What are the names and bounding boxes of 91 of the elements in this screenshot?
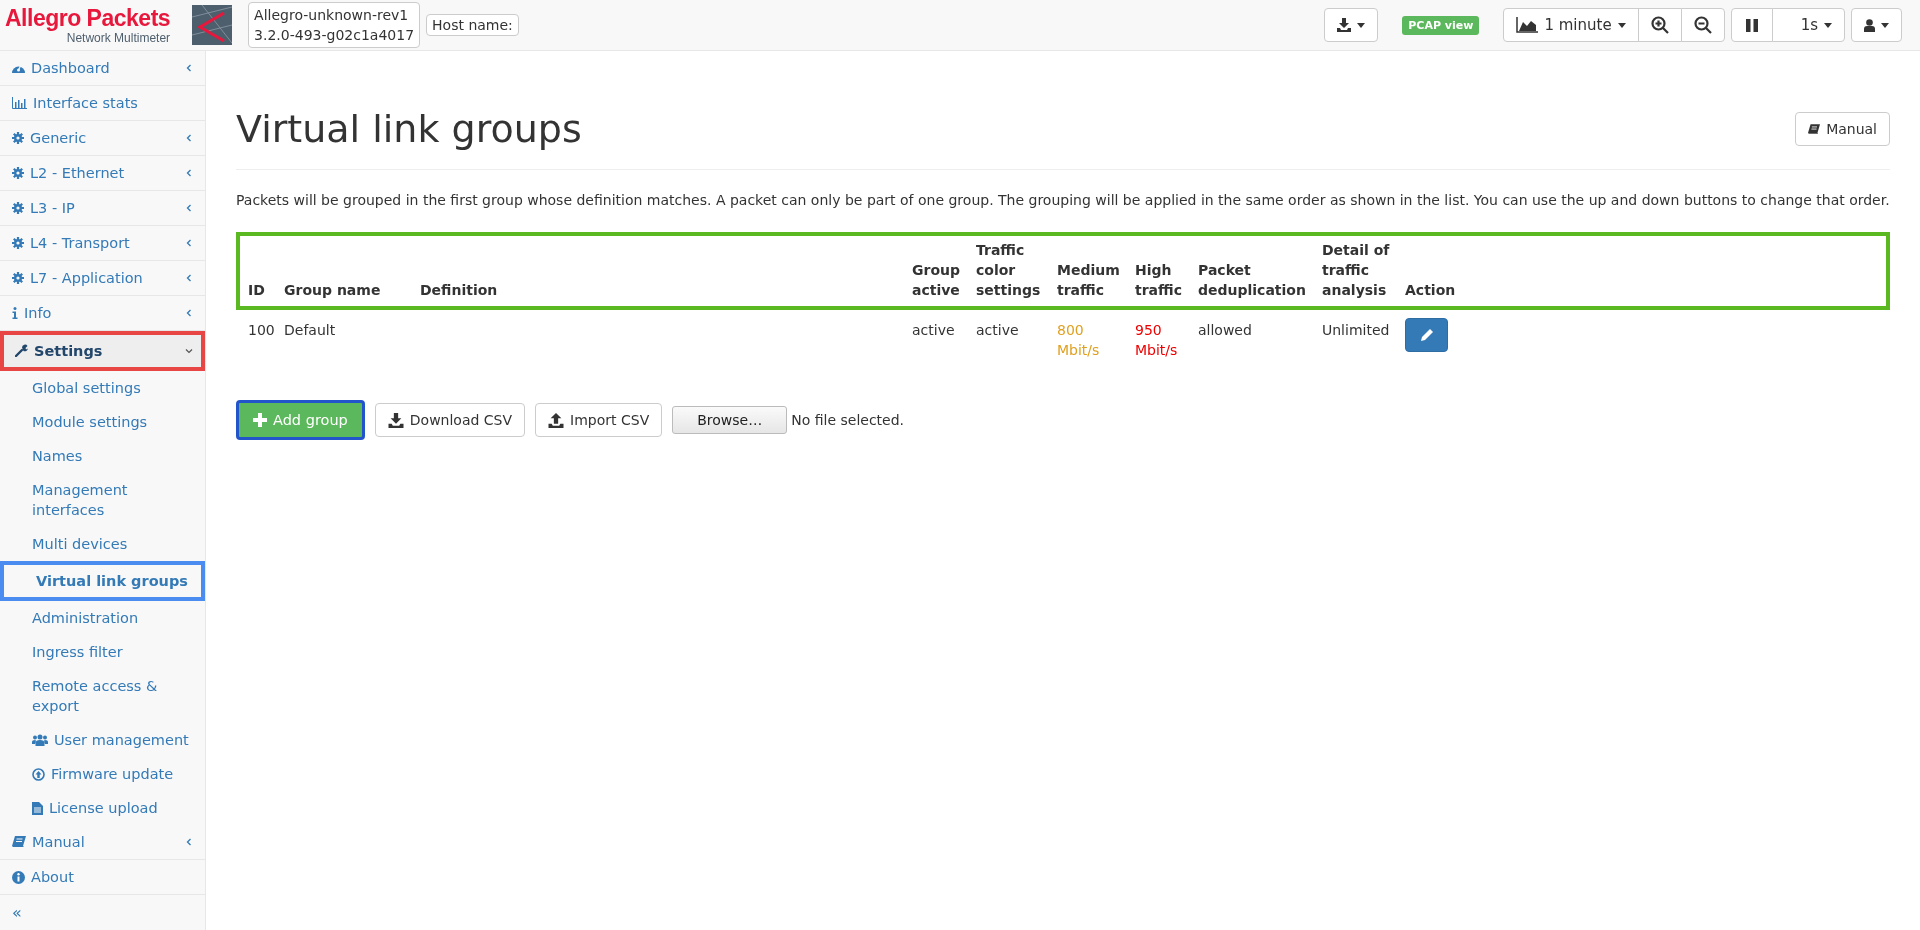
- column-header: Medium traffic: [1057, 262, 1120, 298]
- column-header: ID: [248, 282, 265, 298]
- gear-icon: [12, 132, 24, 144]
- sidebar-item[interactable]: Dashboard: [0, 51, 205, 86]
- sidebar-item[interactable]: L4 - Transport: [0, 226, 205, 261]
- caret-icon: [1824, 22, 1832, 28]
- users-icon: [32, 734, 48, 746]
- sidebar-subitem[interactable]: Ingress filter: [0, 635, 205, 669]
- info-icon: [12, 870, 25, 884]
- sidebar-item[interactable]: L7 - Application: [0, 261, 205, 296]
- column-header: High traffic: [1135, 262, 1182, 298]
- sidebar-subitem[interactable]: Remote access & export: [0, 669, 205, 723]
- download-icon: [387, 412, 404, 428]
- sidebar-item[interactable]: L3 - IP: [0, 191, 205, 226]
- area-chart-icon: [1516, 17, 1539, 33]
- column-header: Packet deduplication: [1198, 262, 1306, 298]
- wrench-icon: [15, 344, 28, 357]
- user-menu-button[interactable]: [1851, 8, 1902, 42]
- caret-icon: [1617, 22, 1626, 28]
- page-title: Virtual link groups: [236, 107, 582, 151]
- pencil-icon: [1418, 327, 1435, 343]
- gear-icon: [12, 202, 24, 214]
- upload-circle-icon: [32, 767, 45, 781]
- gear-icon: [12, 272, 24, 284]
- brand-tagline: Network Multimeter: [66, 31, 171, 45]
- book-icon: [12, 836, 26, 848]
- zoom-out-icon: [1693, 16, 1712, 34]
- sidebar-subitem[interactable]: Management interfaces: [0, 473, 205, 527]
- collapse-sidebar-button[interactable]: «: [0, 895, 205, 930]
- sidebar-subitem[interactable]: Global settings: [0, 371, 205, 405]
- sidebar-subitem[interactable]: Multi devices: [0, 527, 205, 561]
- description-text: Packets will be grouped in the first group whose definition matches. A packet can only be part of one group. The grouping will be applied in the same order as shown in the list. You can use the up and down buttons to change that order.: [236, 192, 1890, 208]
- sidebar-item[interactable]: Interface stats: [0, 86, 205, 121]
- pause-button[interactable]: [1730, 8, 1773, 42]
- sidebar-subitem[interactable]: Module settings: [0, 405, 205, 439]
- table-cell: active: [905, 310, 969, 370]
- version-label: Allegro-unknown-rev1 3.2.0-493-g02c1a4017: [248, 2, 421, 48]
- table-cell: 950 Mbit/s: [1128, 310, 1191, 370]
- sidebar-subitem[interactable]: Names: [0, 439, 205, 473]
- gear-icon: [12, 167, 24, 179]
- caret-icon: [1881, 22, 1889, 28]
- sidebar-item[interactable]: L2 - Ethernet: [0, 156, 205, 191]
- zoom-in-icon: [1650, 16, 1669, 34]
- add-group-button[interactable]: Add group: [236, 400, 365, 440]
- import-csv-button[interactable]: Import CSV: [535, 403, 663, 437]
- column-header: Traffic color settings: [976, 242, 1041, 298]
- user-icon: [1864, 18, 1875, 32]
- table-cell: Unlimited: [1315, 310, 1398, 370]
- bar-chart-icon: [12, 97, 27, 109]
- browse-button[interactable]: Browse…: [672, 406, 788, 434]
- manual-button[interactable]: Manual: [1795, 112, 1890, 146]
- caret-icon: [1357, 22, 1366, 28]
- info-icon: [12, 307, 18, 319]
- edit-button[interactable]: [1405, 318, 1448, 352]
- brand-name: Allegro Packets: [5, 5, 171, 31]
- refresh-dropdown[interactable]: 1s: [1771, 8, 1845, 42]
- sidebar-item[interactable]: Generic: [0, 121, 205, 156]
- sidebar-subitem[interactable]: Administration: [0, 601, 205, 635]
- sidebar-subitem[interactable]: Firmware update: [0, 757, 205, 791]
- sidebar-subitem[interactable]: Virtual link groups: [0, 561, 205, 601]
- sidebar-subitem[interactable]: User management: [0, 723, 205, 757]
- column-header: Action: [1405, 282, 1456, 298]
- sidebar-item[interactable]: About: [0, 860, 205, 895]
- upload-icon: [548, 412, 565, 428]
- interval-dropdown[interactable]: 1 minute: [1503, 8, 1639, 42]
- host-name-label: Host name:: [426, 14, 519, 36]
- zoom-in-button[interactable]: [1637, 8, 1682, 42]
- sidebar-item[interactable]: Settings: [0, 331, 205, 371]
- table-cell: active: [969, 310, 1050, 370]
- download-csv-button[interactable]: Download CSV: [374, 403, 526, 437]
- table-cell: allowed: [1191, 310, 1315, 370]
- column-header: Group name: [284, 282, 381, 298]
- sidebar-subitem[interactable]: License upload: [0, 791, 205, 825]
- gear-icon: [12, 237, 24, 249]
- table-cell: 800 Mbit/s: [1050, 310, 1128, 370]
- table-cell: 100: [236, 310, 277, 370]
- plus-icon: [253, 413, 267, 427]
- pause-icon: [1745, 18, 1758, 32]
- pcap-view-badge: PCAP view: [1402, 15, 1480, 35]
- download-button[interactable]: [1324, 8, 1379, 42]
- column-header: Group active: [912, 262, 960, 298]
- zoom-out-button[interactable]: [1680, 8, 1725, 42]
- column-header: Definition: [420, 282, 498, 298]
- file-status-text: No file selected.: [791, 412, 905, 428]
- logo-icon: [192, 5, 233, 45]
- book-icon: [1808, 123, 1821, 135]
- table-cell: Default: [277, 310, 413, 370]
- download-icon: [1337, 18, 1352, 32]
- column-header: Detail of traffic analysis: [1322, 242, 1390, 298]
- document-icon: [32, 801, 43, 815]
- sidebar-item[interactable]: Manual: [0, 825, 205, 860]
